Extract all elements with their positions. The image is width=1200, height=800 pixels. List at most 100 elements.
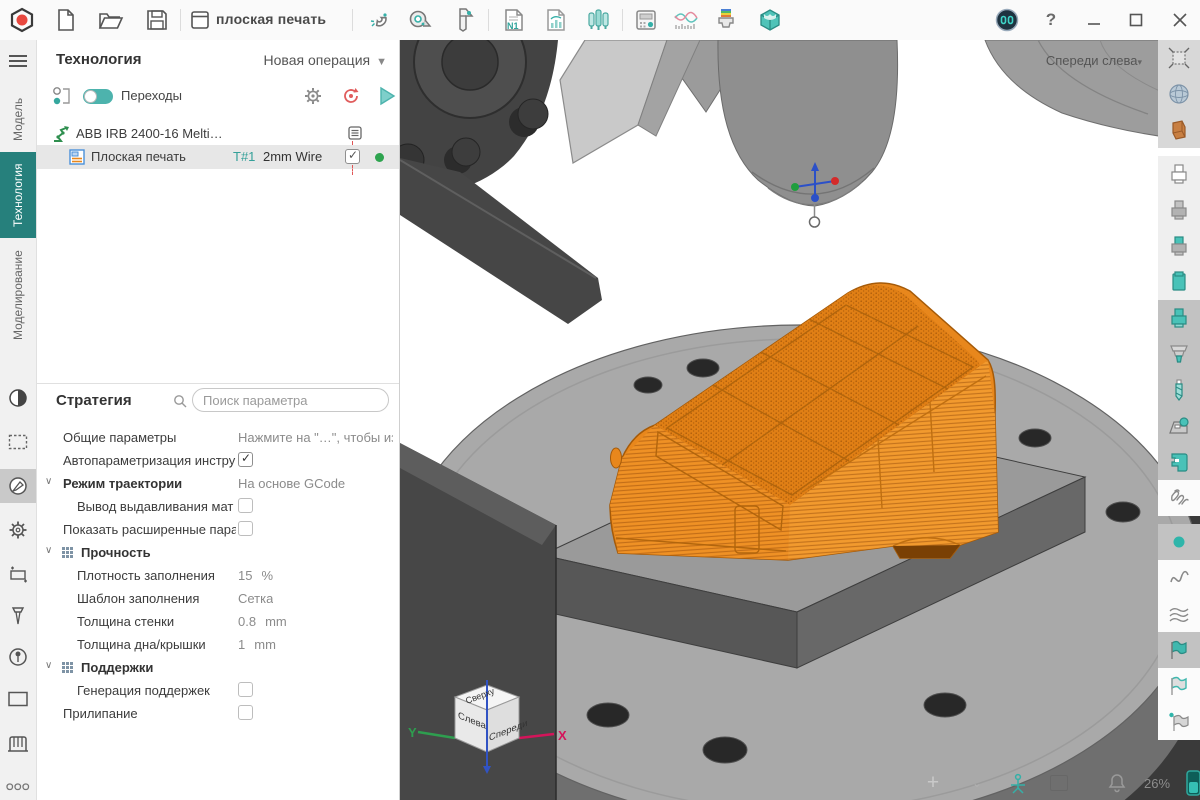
- param-row[interactable]: Автопараметризация инструм: [37, 449, 399, 472]
- workpiece-icon[interactable]: [0, 557, 36, 591]
- material-block-button[interactable]: [756, 6, 784, 34]
- param-row[interactable]: Толщина стенки0.8mm: [37, 610, 399, 633]
- save-file-button[interactable]: [143, 6, 171, 34]
- close-button[interactable]: [1166, 6, 1194, 34]
- chevron-down-icon[interactable]: ∨: [45, 476, 52, 487]
- tool-library-button[interactable]: [584, 6, 612, 34]
- operation-settings-gear-icon[interactable]: [303, 86, 323, 111]
- window-layout-icon[interactable]: [186, 6, 214, 34]
- minimize-button[interactable]: [1080, 6, 1108, 34]
- tree-row-robot[interactable]: ABB IRB 2400-16 Melti…: [37, 122, 399, 145]
- operation-checkbox[interactable]: [345, 149, 360, 164]
- plane-icon[interactable]: [0, 682, 36, 716]
- flag-outline-button[interactable]: [1158, 668, 1200, 704]
- app-logo-icon[interactable]: [8, 6, 36, 34]
- tool-icon[interactable]: [0, 600, 36, 634]
- param-row[interactable]: Толщина дна/крышки1mm: [37, 633, 399, 656]
- param-checkbox[interactable]: [238, 521, 253, 536]
- machining-chart-button[interactable]: [672, 6, 700, 34]
- pose-axis-icon[interactable]: [1008, 772, 1028, 794]
- hatch-lines-button[interactable]: [1158, 480, 1200, 516]
- wave-line-button[interactable]: [1158, 560, 1200, 596]
- open-file-button[interactable]: [97, 6, 125, 34]
- param-checkbox[interactable]: [238, 705, 253, 720]
- fit-view-button[interactable]: [1158, 40, 1200, 76]
- part-teal-active-button[interactable]: [1158, 300, 1200, 336]
- sphere-view-button[interactable]: [1158, 76, 1200, 112]
- param-value[interactable]: Нажмите на "…", чтобы изм: [238, 430, 393, 445]
- magnet-snap-button[interactable]: [366, 6, 394, 34]
- tree-row-operation[interactable]: Плоская печать T#1 2mm Wire: [37, 145, 399, 169]
- right-tool-strip: [1158, 40, 1200, 740]
- part-half-teal-button[interactable]: [1158, 228, 1200, 264]
- param-value[interactable]: Сетка: [238, 591, 273, 606]
- param-value[interactable]: 15%: [238, 568, 273, 583]
- flag-teal-button[interactable]: [1158, 632, 1200, 668]
- notifications-bell-icon[interactable]: [1108, 773, 1126, 793]
- compass-icon[interactable]: [0, 469, 36, 503]
- param-row[interactable]: Показать расширенные пара: [37, 518, 399, 541]
- waves-lines-button[interactable]: [1158, 596, 1200, 632]
- param-value[interactable]: На основе GCode: [238, 476, 345, 491]
- report-document-button[interactable]: [542, 6, 570, 34]
- part-blank-button[interactable]: [1158, 156, 1200, 192]
- new-file-button[interactable]: [52, 6, 80, 34]
- print-head-button[interactable]: [712, 6, 740, 34]
- tab-modeling[interactable]: Моделирование: [0, 240, 36, 350]
- notes-icon[interactable]: [347, 125, 363, 144]
- caliper-button[interactable]: [450, 6, 478, 34]
- gear-icon[interactable]: [0, 513, 36, 547]
- param-row[interactable]: Шаблон заполненияСетка: [37, 587, 399, 610]
- flag-dot-button[interactable]: [1158, 704, 1200, 740]
- assistant-robot-button[interactable]: [993, 6, 1021, 34]
- hamburger-menu[interactable]: [0, 44, 36, 78]
- tape-measure-button[interactable]: [406, 6, 434, 34]
- param-row[interactable]: Общие параметрыНажмите на "…", чтобы изм: [37, 426, 399, 449]
- param-value[interactable]: 1mm: [238, 637, 276, 652]
- ball-joint-icon[interactable]: [0, 640, 36, 674]
- more-dots[interactable]: [0, 770, 36, 800]
- param-row[interactable]: Вывод выдавливания мат: [37, 495, 399, 518]
- calculator-button[interactable]: [632, 6, 660, 34]
- transitions-toggle[interactable]: [83, 89, 113, 104]
- machine-a-button[interactable]: [1158, 408, 1200, 444]
- param-unit: %: [261, 568, 273, 583]
- view-selector[interactable]: Спереди слева▾: [1046, 53, 1142, 68]
- part-gray-button[interactable]: [1158, 192, 1200, 228]
- param-row[interactable]: Плотность заполнения15%: [37, 564, 399, 587]
- gcode-document-button[interactable]: N1: [500, 6, 528, 34]
- param-checkbox[interactable]: [238, 452, 253, 467]
- new-operation-dropdown[interactable]: Новая операция▼: [264, 52, 387, 68]
- selection-box-icon[interactable]: [0, 425, 36, 459]
- scene-canvas[interactable]: Сверху Слева Спереди Y X: [400, 40, 1200, 800]
- shading-icon[interactable]: [0, 381, 36, 415]
- recalculate-icon[interactable]: [341, 86, 361, 111]
- param-checkbox[interactable]: [238, 682, 253, 697]
- tab-model[interactable]: Модель: [0, 88, 36, 150]
- param-row[interactable]: ∨Режим траекторииНа основе GCode: [37, 472, 399, 495]
- param-row[interactable]: ∨Поддержки: [37, 656, 399, 679]
- transitions-node-icon[interactable]: [51, 85, 75, 112]
- viewport-3d[interactable]: Сверху Слева Спереди Y X Спереди слева▾: [400, 40, 1200, 800]
- parameter-search-input[interactable]: [192, 388, 389, 412]
- run-simulation-play-icon[interactable]: [377, 85, 397, 112]
- machine-b-button[interactable]: [1158, 444, 1200, 480]
- param-row[interactable]: Прилипание: [37, 702, 399, 725]
- part-teal-button[interactable]: [1158, 264, 1200, 300]
- help-button[interactable]: ?: [1037, 6, 1065, 34]
- add-view-button[interactable]: +: [918, 771, 948, 795]
- param-checkbox[interactable]: [238, 498, 253, 513]
- surface-button[interactable]: [1158, 112, 1200, 148]
- param-row[interactable]: ∨Прочность: [37, 541, 399, 564]
- param-row[interactable]: Генерация поддержек: [37, 679, 399, 702]
- maximize-button[interactable]: [1122, 6, 1150, 34]
- chevron-down-icon[interactable]: ∨: [45, 660, 52, 671]
- part-stepped-button[interactable]: [1158, 336, 1200, 372]
- stamp-icon[interactable]: [0, 727, 36, 761]
- drill-bit-button[interactable]: [1158, 372, 1200, 408]
- chevron-down-icon[interactable]: ⌄: [962, 776, 992, 790]
- chevron-down-icon[interactable]: ∨: [45, 545, 52, 556]
- dot-marker-button[interactable]: [1158, 524, 1200, 560]
- tab-technology[interactable]: Технология: [0, 152, 36, 238]
- param-value[interactable]: 0.8mm: [238, 614, 287, 629]
